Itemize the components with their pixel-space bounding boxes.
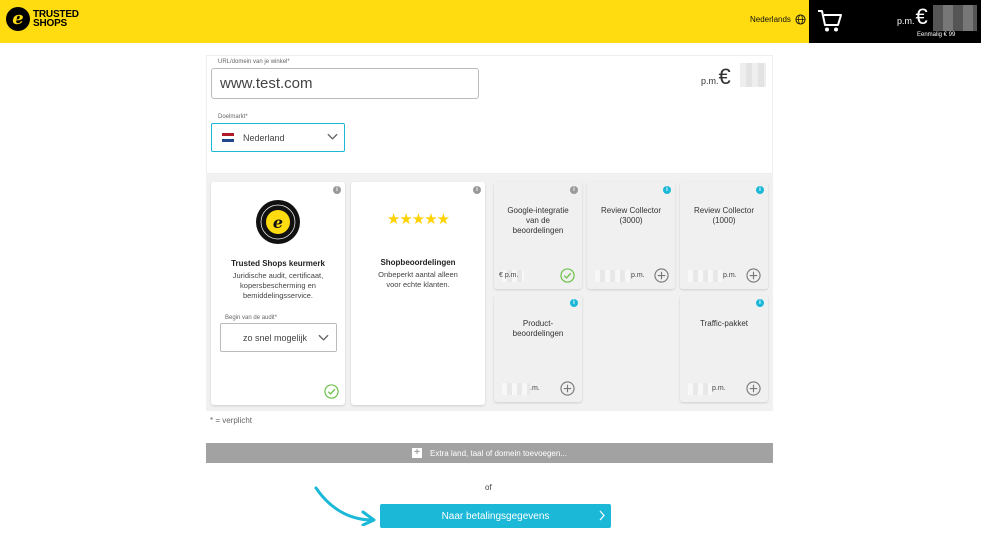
configurator-panel: URL/domein van je winkel* Doelmarkt* Ned… <box>206 55 773 411</box>
chevron-right-icon <box>599 510 605 521</box>
price-blurred <box>502 383 530 395</box>
add-circle-icon[interactable] <box>746 268 761 283</box>
svg-text:e: e <box>273 213 283 232</box>
cart-one-time-fee: Eenmalig € 99 <box>917 32 956 38</box>
info-icon[interactable]: i <box>756 299 764 307</box>
price-suffix: p.m. <box>631 272 645 279</box>
plus-icon: + <box>412 448 422 458</box>
chevron-down-icon <box>318 334 329 341</box>
shop-details-section: URL/domein van je winkel* Doelmarkt* Ned… <box>206 55 773 174</box>
total-price: p.m.€ <box>701 64 731 89</box>
arrow-pointer-icon <box>314 486 376 526</box>
to-payment-button[interactable]: Naar betalingsgegevens <box>380 504 611 528</box>
audit-start-select[interactable]: zo snel mogelijk <box>220 323 337 352</box>
product-card-google-integratie[interactable]: i Google-integratie van de beoordelingen… <box>494 182 582 289</box>
product-card-traffic-pakket[interactable]: i Traffic-pakket p.m. <box>680 295 768 402</box>
info-icon[interactable]: i <box>473 186 481 194</box>
site-header: e TRUSTED SHOPS Nederlands p.m.€ Eenmali… <box>0 0 981 43</box>
cart-icon <box>818 10 842 32</box>
language-label: Nederlands <box>750 15 791 24</box>
cart-price-value-blurred <box>933 5 977 31</box>
chevron-down-icon <box>327 133 338 140</box>
add-country-label: Extra land, taal of domein toevoegen... <box>430 448 567 458</box>
product-card-productbeoordelingen[interactable]: i Product- beoordelingen .m. <box>494 295 582 402</box>
price-suffix: p.m. <box>712 385 726 392</box>
info-icon[interactable]: i <box>756 186 764 194</box>
product-card-review-collector-1000[interactable]: i Review Collector (1000) p.m. <box>680 182 768 289</box>
card-title: Traffic-pakket <box>699 319 748 328</box>
total-price-value-blurred <box>740 63 766 87</box>
add-circle-icon[interactable] <box>560 381 575 396</box>
market-select[interactable]: Nederland <box>211 123 345 152</box>
price-suffix: € p.m. <box>499 272 519 279</box>
trusted-shops-seal-icon: e <box>256 200 300 244</box>
add-country-button[interactable]: + Extra land, taal of domein toevoegen..… <box>206 443 773 463</box>
price-suffix: p.m. <box>723 272 737 279</box>
globe-icon <box>795 14 806 25</box>
info-icon[interactable]: i <box>570 299 578 307</box>
logo-line2: SHOPS <box>33 18 68 29</box>
cart-summary[interactable]: p.m.€ Eenmalig € 99 <box>809 0 981 43</box>
url-label: URL/domein van je winkel* <box>218 59 290 65</box>
or-separator: of <box>485 483 492 492</box>
card-title: Trusted Shops keurmerk <box>231 259 325 268</box>
trusted-shops-logo[interactable]: e TRUSTED SHOPS <box>6 7 79 31</box>
market-value: Nederland <box>243 132 285 143</box>
audit-label: Begin van de audit* <box>225 315 278 321</box>
price-suffix: .m. <box>530 385 540 392</box>
info-icon[interactable]: i <box>663 186 671 194</box>
info-icon[interactable]: i <box>333 186 341 194</box>
product-card-keurmerk[interactable]: i e Trusted Shops keurmerk Juridische au… <box>211 182 345 405</box>
five-stars-icon: ★★★★★ <box>386 211 450 228</box>
required-note: * = verplicht <box>210 416 253 425</box>
url-input[interactable] <box>211 68 479 99</box>
check-circle-icon[interactable] <box>324 384 339 399</box>
price-blurred <box>688 383 712 395</box>
audit-start-value: zo snel mogelijk <box>243 333 308 343</box>
add-circle-icon[interactable] <box>746 381 761 396</box>
check-circle-icon[interactable] <box>560 268 575 283</box>
info-icon[interactable]: i <box>570 186 578 194</box>
card-title: Shopbeoordelingen <box>380 258 456 267</box>
price-blurred <box>688 270 722 282</box>
to-payment-label: Naar betalingsgegevens <box>441 510 550 522</box>
price-blurred <box>595 270 631 282</box>
language-selector[interactable]: Nederlands <box>750 14 806 25</box>
add-circle-icon[interactable] <box>654 268 669 283</box>
product-card-shopbeoordelingen[interactable]: i ★★★★★ Shopbeoordelingen Onbeperkt aant… <box>351 182 485 405</box>
cart-price: p.m.€ <box>897 4 928 29</box>
product-card-review-collector-3000[interactable]: i Review Collector (3000) p.m. <box>587 182 675 289</box>
netherlands-flag-icon <box>222 133 234 142</box>
logo-e-icon: e <box>6 7 30 31</box>
market-label: Doelmarkt* <box>218 114 248 120</box>
